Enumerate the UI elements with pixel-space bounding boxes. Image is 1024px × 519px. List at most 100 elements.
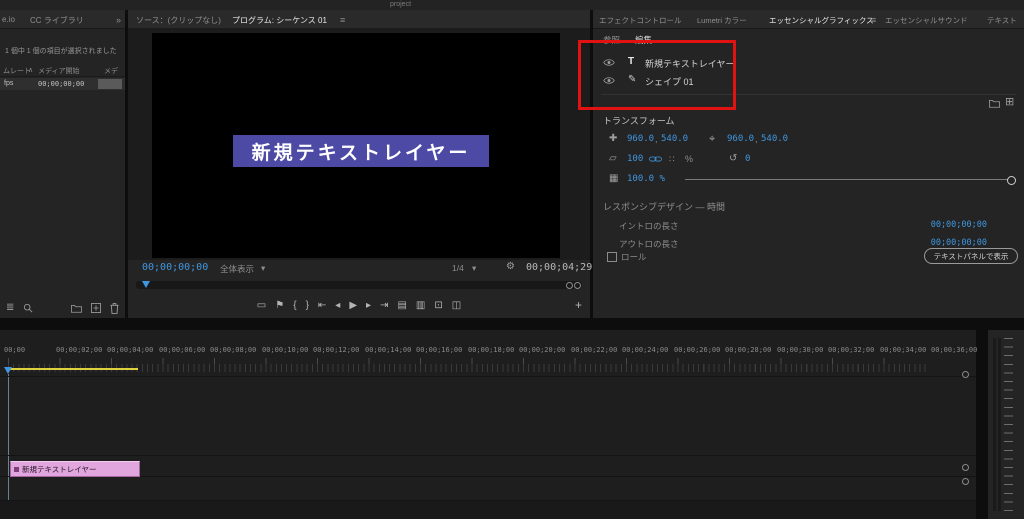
scrub-handle-right[interactable]	[574, 282, 581, 289]
trash-icon[interactable]	[110, 302, 119, 314]
ruler-label[interactable]: 00;00;18;00	[468, 346, 514, 354]
tab-text[interactable]: テキスト	[987, 15, 1017, 26]
column-header-media[interactable]: メデ	[104, 66, 118, 76]
timeline-playhead-head[interactable]	[4, 367, 12, 374]
position-x-value[interactable]: 960.0	[627, 134, 654, 144]
ruler-label[interactable]: 00;00;26;00	[674, 346, 720, 354]
ruler-label[interactable]: 00;00	[4, 346, 25, 354]
mark-out-icon[interactable]: }	[306, 300, 309, 311]
video-audio-divider[interactable]	[0, 476, 976, 477]
mark-in-icon[interactable]: {	[293, 300, 296, 311]
program-viewer: 新規テキストレイヤー	[128, 28, 590, 260]
layer-label[interactable]: シェイプ 01	[645, 75, 694, 88]
monitor-playhead[interactable]	[142, 281, 150, 288]
ruler-label[interactable]: 00;00;06;00	[159, 346, 205, 354]
ruler-label[interactable]: 00;00;08;00	[210, 346, 256, 354]
playback-resolution-select[interactable]: 1/4	[452, 263, 464, 273]
ruler-label[interactable]: 00;00;10;00	[262, 346, 308, 354]
ruler-label[interactable]: 00;00;12;00	[313, 346, 359, 354]
column-header-media-start[interactable]: メディア開始	[38, 66, 80, 76]
settings-wrench-icon[interactable]: ⚙	[506, 262, 515, 272]
tab-essential-graphics[interactable]: エッセンシャルグラフィックス	[769, 15, 874, 26]
outro-length-value[interactable]: 00;00;00;00	[931, 238, 987, 248]
anchor-x-value[interactable]: 960.0	[727, 134, 754, 144]
step-forward-icon[interactable]: ▸	[366, 300, 371, 311]
ruler-label[interactable]: 00;00;04;00	[107, 346, 153, 354]
safe-margins-icon[interactable]: ▭	[257, 300, 266, 311]
ruler-label[interactable]: 00;00;24;00	[622, 346, 668, 354]
scrub-handle-left[interactable]	[566, 282, 573, 289]
visibility-eye-icon[interactable]	[603, 76, 615, 85]
subtab-browse[interactable]: 参照	[603, 34, 620, 46]
tab-overflow-icon[interactable]: »	[116, 15, 121, 25]
ruler-label[interactable]: 00;00;30;00	[777, 346, 823, 354]
transform-section-title[interactable]: トランスフォーム	[603, 114, 675, 127]
opacity-slider-track[interactable]	[685, 179, 1010, 180]
go-to-out-icon[interactable]: ⇥	[380, 300, 388, 311]
monitor-scrub-bar[interactable]	[136, 281, 582, 289]
rotation-value[interactable]: 0	[745, 154, 750, 164]
new-folder-icon[interactable]	[989, 99, 1000, 108]
scale-value[interactable]: 100	[627, 154, 643, 164]
text-layer-preview[interactable]: 新規テキストレイヤー	[233, 135, 489, 167]
export-frame-icon[interactable]: ⊡	[434, 300, 442, 311]
selection-status: 1 個中 1 個の項目が選択されました	[5, 48, 117, 55]
step-back-icon[interactable]: ◂	[335, 300, 340, 311]
zoom-level-select[interactable]: 全体表示	[220, 263, 254, 275]
video-frame[interactable]: 新規テキストレイヤー	[152, 33, 560, 258]
scrollbar-handle-top[interactable]	[962, 371, 969, 378]
current-timecode[interactable]: 00;00;00;00	[142, 262, 208, 273]
list-view-icon[interactable]: ≣	[6, 303, 14, 313]
opacity-value[interactable]: 100.0 %	[627, 174, 665, 184]
tab-essential-sound[interactable]: エッセンシャルサウンド	[885, 15, 968, 26]
panel-menu-icon[interactable]: ≡	[340, 15, 345, 25]
ruler-label[interactable]: 00;00;22;00	[571, 346, 617, 354]
comparison-view-icon[interactable]: ◫	[452, 300, 461, 311]
ruler-label[interactable]: 00;00;02;00	[56, 346, 102, 354]
tab-source-monitor[interactable]: ソース：(クリップなし)	[136, 15, 221, 26]
ruler-label[interactable]: 00;00;20;00	[519, 346, 565, 354]
layer-row-shape[interactable]: ✎ シェイプ 01	[593, 72, 1024, 89]
lift-icon[interactable]: ▤	[397, 300, 406, 311]
new-bin-icon[interactable]	[91, 303, 101, 313]
button-editor-icon[interactable]: +	[575, 298, 582, 312]
extract-icon[interactable]: ▥	[416, 300, 425, 311]
link-scale-icon[interactable]	[649, 155, 662, 163]
responsive-section-title[interactable]: レスポンシブデザイン — 時間	[603, 200, 725, 213]
layer-label[interactable]: 新規テキストレイヤー	[645, 57, 734, 70]
anchor-y-value[interactable]: 540.0	[761, 134, 788, 144]
position-y-value[interactable]: 540.0	[661, 134, 688, 144]
ruler-label[interactable]: 00;00;28;00	[725, 346, 771, 354]
add-marker-icon[interactable]: ⚑	[275, 300, 284, 311]
table-row[interactable]: fps 00;00;00;00	[0, 78, 125, 90]
go-to-in-icon[interactable]: ⇤	[318, 300, 326, 311]
new-folder-icon[interactable]	[71, 304, 82, 313]
opacity-slider-knob[interactable]	[1007, 176, 1016, 185]
tab-program-monitor[interactable]: プログラム: シーケンス 01	[232, 15, 327, 26]
show-text-panel-button[interactable]: テキストパネルで表示	[924, 248, 1018, 264]
tab-frameio[interactable]: e.io	[2, 15, 15, 24]
ruler-label[interactable]: 00;00;14;00	[365, 346, 411, 354]
ruler-label[interactable]: 00;00;36;00	[931, 346, 977, 354]
new-layer-icon[interactable]: ⊞	[1005, 97, 1014, 108]
intro-length-value[interactable]: 00;00;00;00	[931, 220, 987, 230]
tab-effect-controls[interactable]: エフェクトコントロール	[599, 15, 682, 26]
layer-row-text[interactable]: T 新規テキストレイヤー	[593, 54, 1024, 71]
scrollbar-handle-video[interactable]	[962, 464, 969, 471]
ruler-label[interactable]: 00;00;16;00	[416, 346, 462, 354]
roll-checkbox[interactable]	[607, 252, 617, 262]
play-icon[interactable]: ▶	[349, 300, 357, 311]
column-header-framerate[interactable]: ムレート	[3, 66, 31, 76]
tab-lumetri-color[interactable]: Lumetri カラー	[697, 15, 747, 26]
scrollbar-handle-audio[interactable]	[962, 478, 969, 485]
tab-cc-libraries[interactable]: CC ライブラリ	[30, 15, 84, 26]
panel-menu-icon[interactable]: ≡	[871, 15, 876, 25]
timeline-clip-text-layer[interactable]: 新規テキストレイヤー	[10, 461, 140, 477]
subtab-edit[interactable]: 編集	[635, 34, 652, 46]
search-icon[interactable]	[23, 303, 33, 313]
essential-graphics-panel: エフェクトコントロール Lumetri カラー エッセンシャルグラフィックス ≡…	[593, 10, 1024, 318]
work-area-bar[interactable]	[8, 368, 138, 370]
ruler-label[interactable]: 00;00;32;00	[828, 346, 874, 354]
ruler-label[interactable]: 00;00;34;00	[880, 346, 926, 354]
visibility-eye-icon[interactable]	[603, 58, 615, 67]
